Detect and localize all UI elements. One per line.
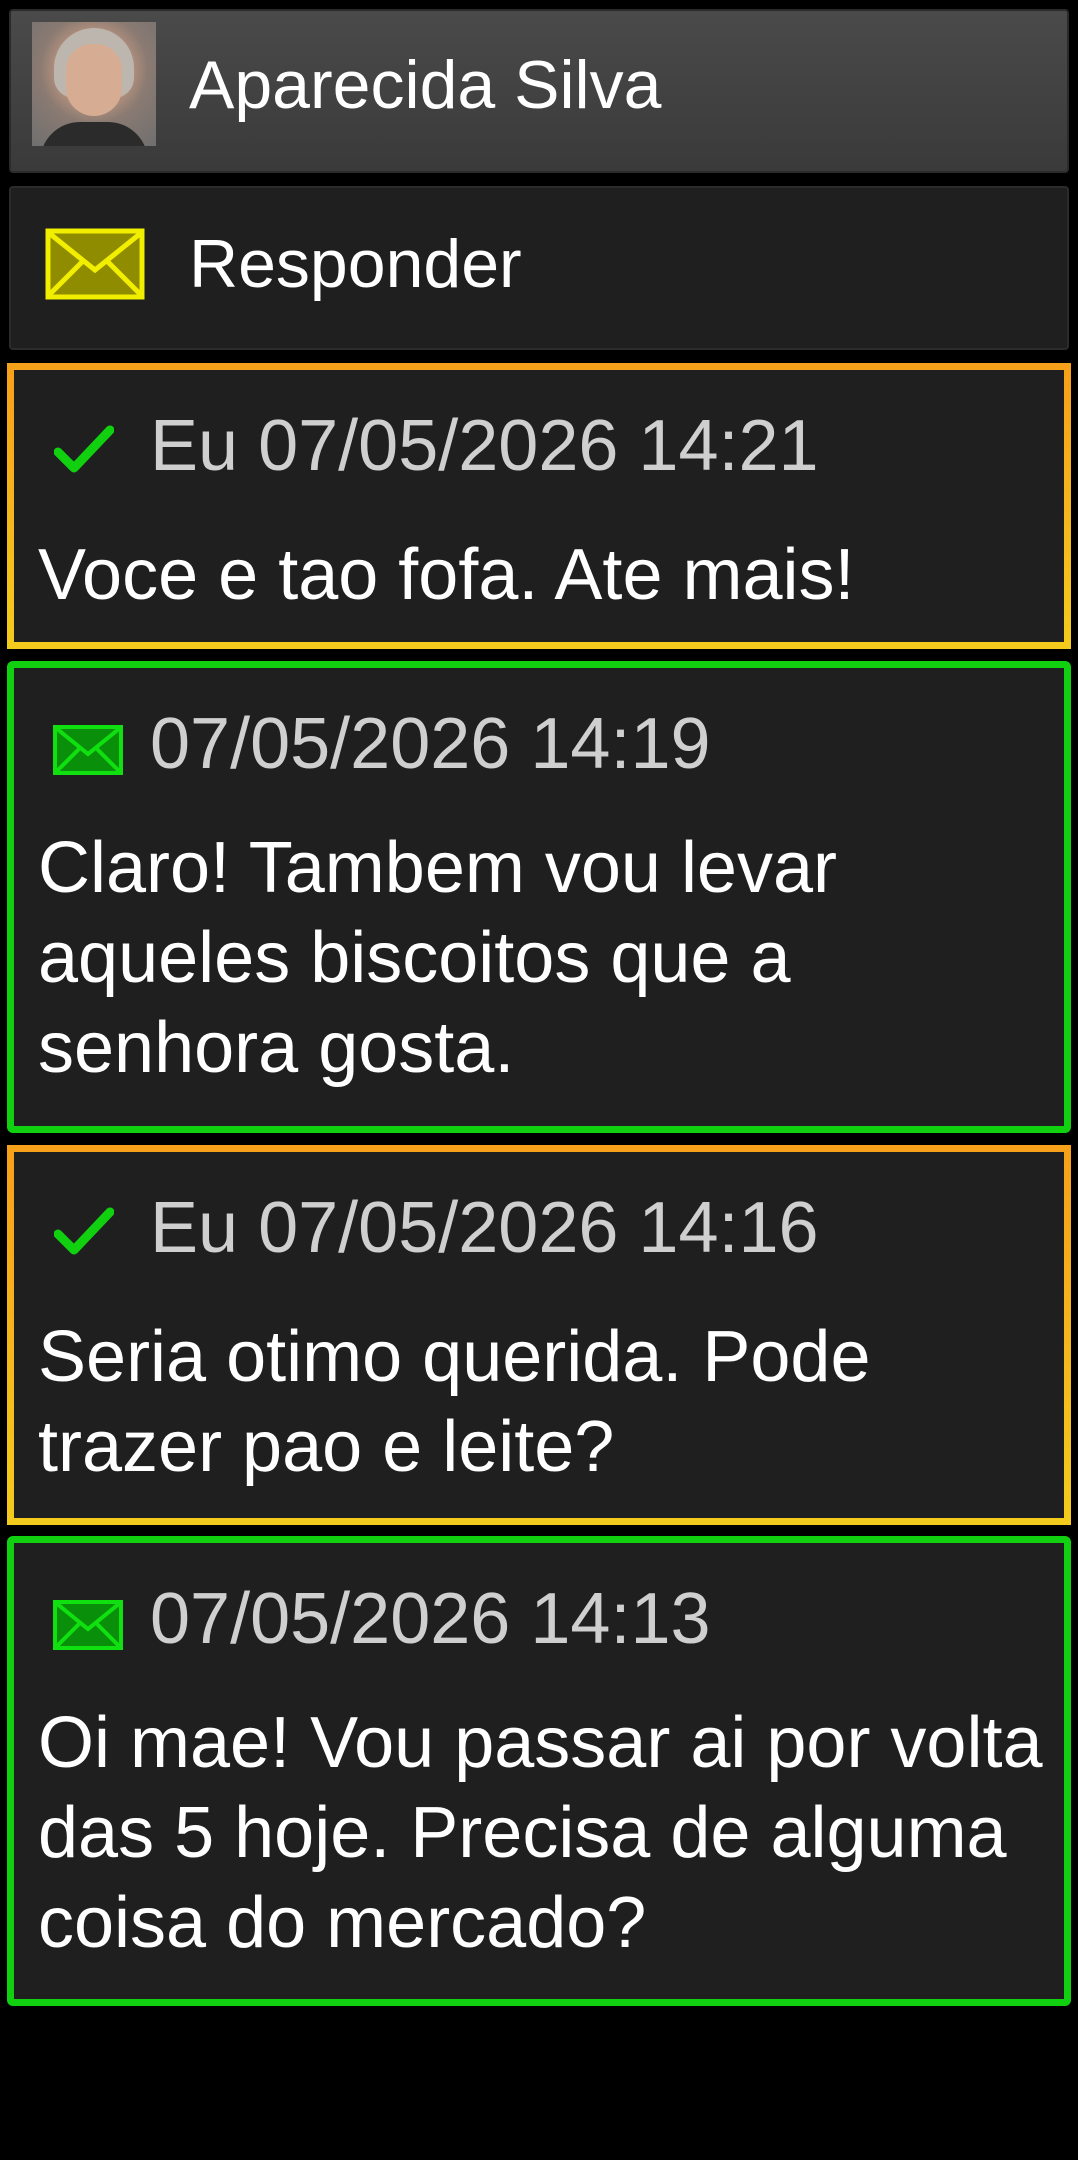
message-item[interactable]: 07/05/2026 14:13 Oi mae! Vou passar ai p… (7, 1536, 1071, 2006)
message-text: Oi mae! Vou passar ai por volta das 5 ho… (38, 1703, 1043, 1963)
message-meta: Eu 07/05/2026 14:16 (150, 1188, 819, 1268)
message-item[interactable]: 07/05/2026 14:19 Claro! Tambem vou levar… (7, 661, 1071, 1133)
check-icon (53, 1206, 115, 1261)
message-meta: Eu 07/05/2026 14:21 (150, 406, 819, 486)
reply-label: Responder (189, 226, 522, 302)
contact-header[interactable]: Aparecida Silva (9, 9, 1069, 173)
message-item[interactable]: Eu 07/05/2026 14:21 Voce e tao fofa. Ate… (7, 363, 1071, 649)
message-text: Seria otimo querida. Pode trazer pao e l… (38, 1317, 871, 1487)
contact-name: Aparecida Silva (189, 47, 662, 123)
message-meta: 07/05/2026 14:13 (150, 1579, 711, 1659)
message-meta: 07/05/2026 14:19 (150, 704, 711, 784)
message-text: Claro! Tambem vou levar aqueles biscoito… (38, 828, 837, 1088)
message-item[interactable]: Eu 07/05/2026 14:16 Seria otimo querida.… (7, 1145, 1071, 1525)
contact-avatar (32, 22, 156, 146)
envelope-icon (45, 228, 145, 305)
envelope-icon (52, 724, 124, 781)
check-icon (53, 424, 115, 479)
envelope-icon (52, 1599, 124, 1656)
message-text: Voce e tao fofa. Ate mais! (38, 535, 855, 615)
reply-button[interactable]: Responder (9, 186, 1069, 350)
